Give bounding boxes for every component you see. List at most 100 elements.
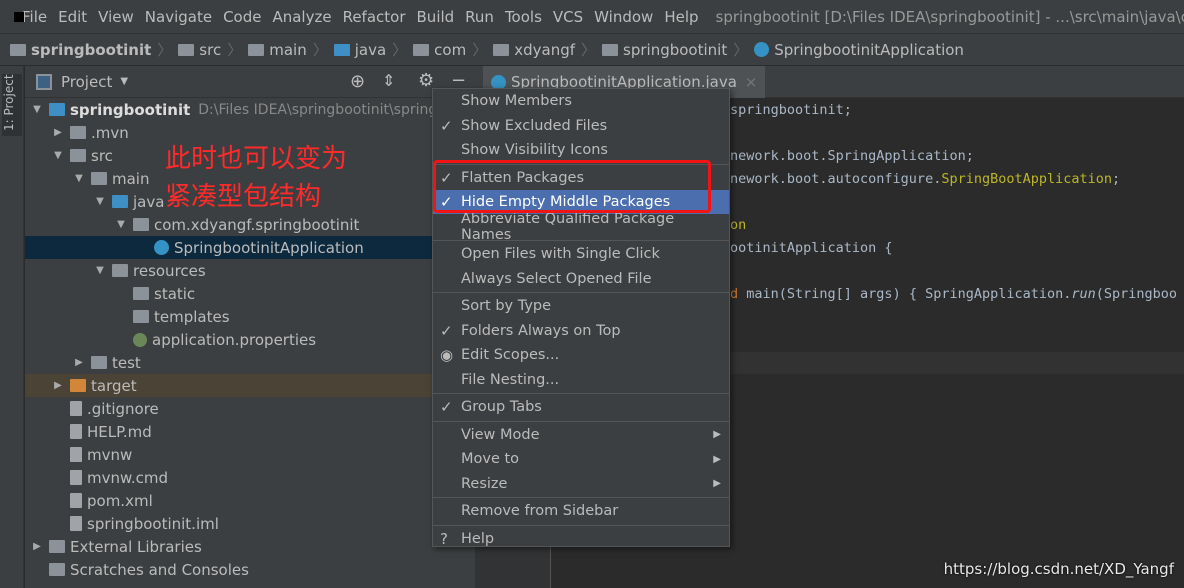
tree-item[interactable]: static <box>25 282 475 305</box>
menu-navigate[interactable]: Navigate <box>145 8 212 26</box>
chevron-down-icon[interactable]: ▼ <box>115 219 127 230</box>
menu-help[interactable]: Help <box>664 8 698 26</box>
close-icon[interactable]: × <box>745 73 758 91</box>
file-icon <box>70 401 82 416</box>
breadcrumb-item[interactable]: main <box>248 40 307 59</box>
breadcrumb-item[interactable]: src <box>178 41 221 59</box>
menu-item-file-nesting[interactable]: File Nesting... <box>433 368 729 392</box>
breadcrumb-separator: 〉 <box>227 41 243 59</box>
locate-icon[interactable]: ⊕ <box>350 71 365 92</box>
breadcrumb-item[interactable]: com <box>413 41 466 59</box>
menu-item-remove-from-sidebar[interactable]: Remove from Sidebar <box>433 499 729 523</box>
menu-item-open-files-with-single-click[interactable]: Open Files with Single Click <box>433 242 729 266</box>
menu-item-view-mode[interactable]: View Mode ▶ <box>433 423 729 447</box>
menu-item-help[interactable]: ? Help <box>433 527 729 551</box>
project-options-menu: Show Members ✓ Show Excluded Files Show Vis… <box>432 88 730 548</box>
tree-item[interactable]: ▶ target <box>25 374 475 397</box>
folder-icon <box>248 43 265 56</box>
chevron-down-icon[interactable]: ▼ <box>94 265 106 276</box>
menu-item-abbreviate-qualified-package-names[interactable]: Abbreviate Qualified Package Names <box>433 211 729 243</box>
tree-item[interactable]: HELP.md <box>25 420 475 443</box>
excluded-folder-icon <box>70 379 86 392</box>
folder-icon <box>70 126 86 139</box>
menu-code[interactable]: Code <box>223 8 261 26</box>
chevron-right-icon[interactable]: ▶ <box>31 541 43 552</box>
chevron-down-icon[interactable]: ▼ <box>120 76 128 87</box>
breadcrumb-label: springbootinit <box>623 40 728 59</box>
folder-icon <box>493 43 510 56</box>
menu-item-label: View Mode <box>461 426 540 443</box>
tree-item[interactable]: springbootinit.iml <box>25 512 475 535</box>
menu-item-show-excluded-files[interactable]: ✓ Show Excluded Files <box>433 114 729 138</box>
breadcrumb-item[interactable]: SpringbootinitApplication <box>754 41 964 59</box>
chevron-down-icon[interactable]: ▼ <box>52 150 64 161</box>
submenu-arrow-icon: ▶ <box>713 478 721 489</box>
chevron-right-icon[interactable]: ▶ <box>52 380 64 391</box>
menu-item-label: Sort by Type <box>461 298 552 314</box>
chevron-down-icon[interactable]: ▼ <box>73 173 85 184</box>
project-tool-button[interactable]: 1: Project <box>2 74 22 136</box>
file-icon <box>70 447 82 462</box>
chevron-right-icon[interactable]: ▶ <box>73 357 85 368</box>
menu-item-always-select-opened-file[interactable]: Always Select Opened File <box>433 267 729 291</box>
menu-item-show-members[interactable]: Show Members <box>433 89 729 113</box>
tree-item[interactable]: Scratches and Consoles <box>25 558 475 581</box>
maven-icon <box>70 493 82 508</box>
tree-item[interactable]: templates <box>25 305 475 328</box>
project-view-selector[interactable]: Project <box>61 73 112 91</box>
menu-window[interactable]: Window <box>594 8 653 26</box>
menu-item-edit-scopes[interactable]: ◉ Edit Scopes... <box>433 343 729 367</box>
tree-item[interactable]: mvnw.cmd <box>25 466 475 489</box>
menu-separator <box>433 240 729 241</box>
menu-analyze[interactable]: Analyze <box>272 8 331 26</box>
chevron-down-icon[interactable]: ▼ <box>94 196 106 207</box>
menu-vcs[interactable]: VCS <box>553 8 583 26</box>
folder-icon <box>178 43 195 56</box>
code-line: nework.boot.SpringApplication; <box>730 148 974 164</box>
breadcrumb-item[interactable]: java <box>333 41 386 59</box>
menu-run[interactable]: Run <box>465 8 494 26</box>
menu-item-resize[interactable]: Resize ▶ <box>433 472 729 496</box>
menu-item-move-to[interactable]: Move to ▶ <box>433 447 729 471</box>
tree-item[interactable]: ▶ External Libraries <box>25 535 475 558</box>
tree-item[interactable]: application.properties <box>25 328 475 351</box>
tree-item-label: springbootinit.iml <box>87 514 219 533</box>
tree-item-label: test <box>112 353 141 372</box>
folder-icon <box>333 43 350 56</box>
menu-refactor[interactable]: Refactor <box>343 8 406 26</box>
tree-item-label: HELP.md <box>87 422 152 441</box>
breadcrumb-label: src <box>199 40 222 59</box>
collapse-all-icon[interactable]: ⇕ <box>382 71 395 90</box>
menu-tools[interactable]: Tools <box>505 8 542 26</box>
tree-item-label: springbootinit <box>70 100 191 119</box>
breadcrumb-item[interactable]: springbootinit <box>10 41 151 59</box>
breadcrumb-item[interactable]: springbootinit <box>602 41 727 59</box>
breadcrumb-label: main <box>269 40 307 59</box>
tree-item[interactable]: pom.xml <box>25 489 475 512</box>
breadcrumb-item[interactable]: xdyangf <box>493 41 575 59</box>
menu-item-folders-always-on-top[interactable]: ✓ Folders Always on Top <box>433 319 729 343</box>
menu-file[interactable]: File <box>22 8 47 26</box>
chevron-right-icon[interactable]: ▶ <box>52 127 64 138</box>
code-line: on <box>730 217 746 233</box>
menu-item-show-visibility-icons[interactable]: Show Visibility Icons <box>433 138 729 162</box>
menu-item-label: Resize <box>461 475 508 492</box>
tree-item[interactable]: ▼ com.xdyangf.springbootinit <box>25 213 475 236</box>
menu-edit[interactable]: Edit <box>58 8 87 26</box>
tree-item[interactable]: mvnw <box>25 443 475 466</box>
chevron-down-icon[interactable]: ▼ <box>31 104 43 115</box>
tree-item[interactable]: ▶ test <box>25 351 475 374</box>
tree-item[interactable]: .gitignore <box>25 397 475 420</box>
tree-item[interactable]: ▼ resources <box>25 259 475 282</box>
project-panel-header: Project ▼ ⊕ ⇕ ⚙ − <box>25 66 475 98</box>
breadcrumb-separator: 〉 <box>581 41 597 59</box>
menu-build[interactable]: Build <box>417 8 455 26</box>
tree-item[interactable]: ▼ springbootinit D:\Files IDEA\springbooti… <box>25 98 475 121</box>
code-line: d main(String[] args) { SpringApplicatio… <box>730 286 1177 302</box>
menu-view[interactable]: View <box>98 8 134 26</box>
menu-item-group-tabs[interactable]: ✓ Group Tabs <box>433 395 729 419</box>
tree-item[interactable]: SpringbootinitApplication <box>25 236 475 259</box>
folder-icon <box>602 43 619 56</box>
folder-icon <box>413 43 430 56</box>
menu-item-sort-by-type[interactable]: Sort by Type <box>433 294 729 318</box>
